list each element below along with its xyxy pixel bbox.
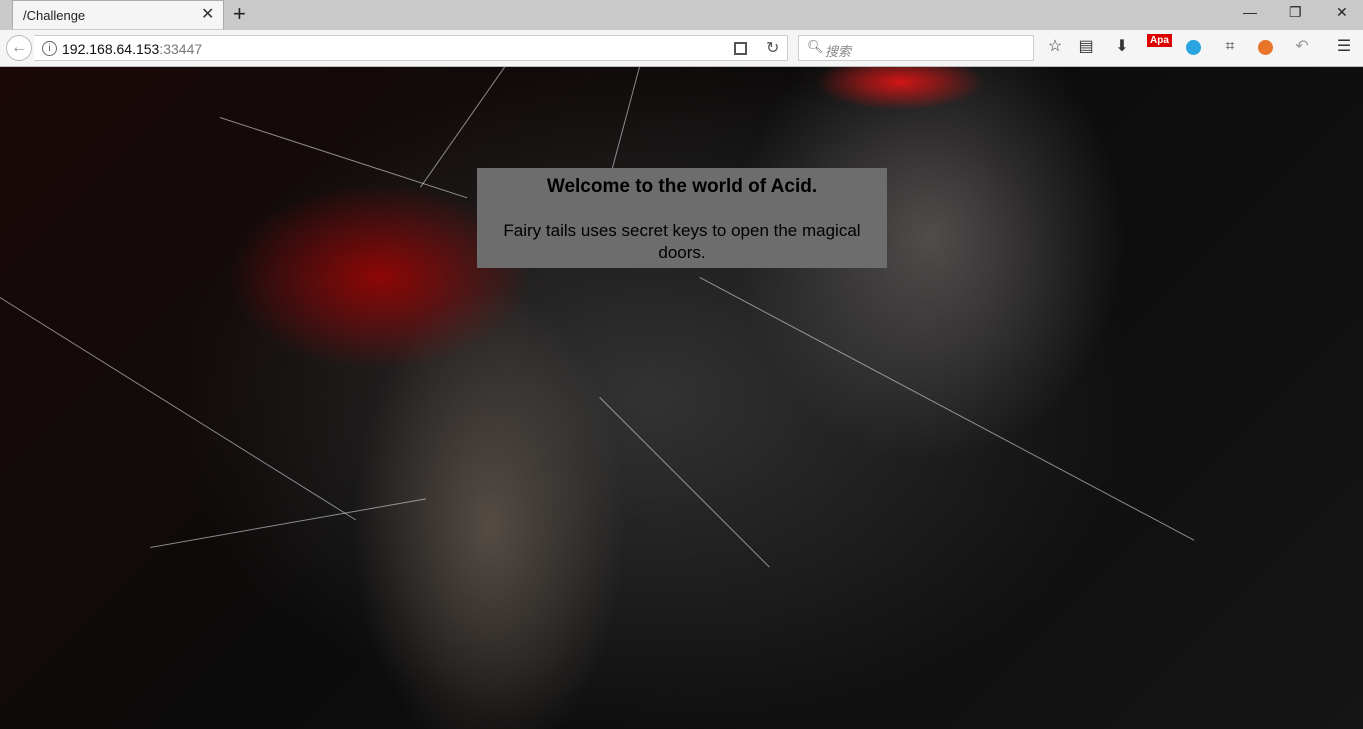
welcome-box: Welcome to the world of Acid. Fairy tail… [477,168,887,268]
crop-icon[interactable]: ⌗ [1220,36,1240,58]
address-bar[interactable]: i 192.168.64.153:33447 ↻ [34,35,788,61]
navigation-bar: ← i 192.168.64.153:33447 ↻ 🔍︎ 搜索 ☆ ▤ ⬇ A… [0,30,1363,67]
glass-crack [0,297,357,521]
url-port: :33447 [159,41,203,57]
apa-extension-badge[interactable]: Apa [1147,34,1172,47]
firefox-icon[interactable] [1258,40,1273,55]
tab-title: /Challenge [23,8,86,23]
page-background: Welcome to the world of Acid. Fairy tail… [0,67,1363,729]
close-icon[interactable]: ✕ [201,4,214,24]
glass-crack [150,498,426,548]
window-close-icon[interactable]: ✕ [1336,4,1348,21]
search-placeholder: 搜索 [825,44,852,59]
download-icon[interactable]: ⬇ [1112,36,1132,58]
url-text: 192.168.64.153:33447 [62,41,202,57]
bookmark-star-icon[interactable]: ☆ [1045,36,1065,58]
undo-icon[interactable]: ↶ [1292,36,1312,58]
reading-list-icon[interactable]: ▤ [1076,36,1096,58]
menu-icon[interactable]: ☰ [1334,36,1354,58]
tab-challenge[interactable]: /Challenge ✕ [12,0,224,29]
back-button[interactable]: ← [6,35,32,61]
url-host: 192.168.64.153 [62,41,160,57]
glass-crack [219,117,468,199]
glass-crack [607,67,640,183]
glass-crack [599,397,770,568]
page-title: Welcome to the world of Acid. [546,176,818,197]
new-tab-button[interactable]: + [233,2,246,26]
restore-icon[interactable]: ❐ [1289,4,1302,21]
search-input[interactable]: 🔍︎ 搜索 [798,35,1034,61]
extension-blue-icon[interactable] [1186,40,1201,55]
page-message: Fairy tails uses secret keys to open the… [503,221,861,262]
qr-code-icon[interactable] [734,42,747,55]
glass-crack [699,277,1195,541]
search-icon: 🔍︎ [807,39,824,54]
reload-icon[interactable]: ↻ [766,38,779,58]
minimize-icon[interactable]: — [1243,4,1257,20]
tab-bar: /Challenge ✕ + — ❐ ✕ [0,0,1363,30]
info-icon[interactable]: i [42,41,57,56]
